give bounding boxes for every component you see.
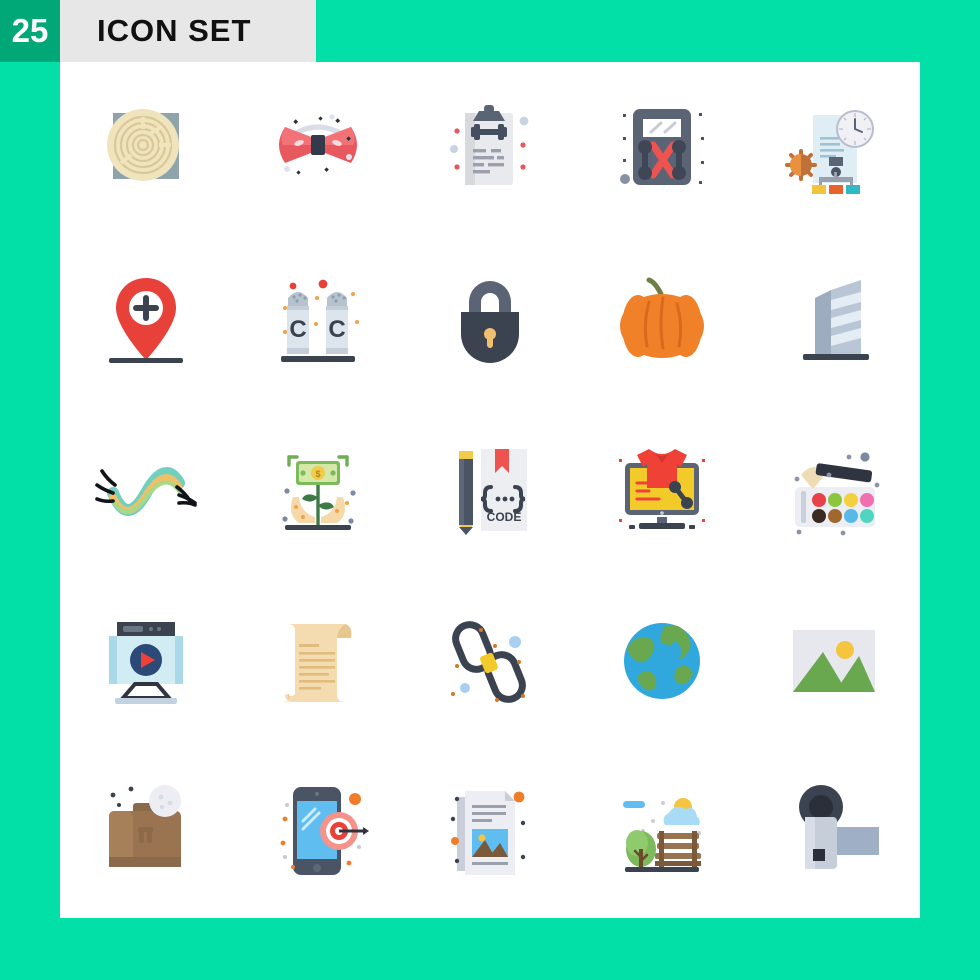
globe-icon	[624, 623, 700, 700]
eyelashes-wave-icon	[95, 467, 197, 516]
icon-cell-4[interactable]	[576, 62, 748, 233]
salt-pepper-icon: C C	[281, 279, 359, 362]
icon-cell-15[interactable]	[748, 404, 920, 575]
icon-cell-19[interactable]	[576, 576, 748, 747]
icon-cell-9[interactable]	[576, 233, 748, 404]
mobile-target-icon	[280, 787, 369, 876]
shaker-letter-right: C	[328, 316, 345, 343]
add-location-icon	[109, 277, 183, 363]
code-book-icon: CODE	[459, 448, 527, 535]
icon-cell-12[interactable]: $	[232, 404, 404, 575]
video-player-icon	[109, 622, 183, 705]
title-strip: ICON SET	[60, 0, 316, 62]
code-label: CODE	[487, 510, 522, 524]
icon-cell-11[interactable]	[60, 404, 232, 575]
maze-icon	[107, 108, 179, 181]
page-title: ICON SET	[97, 13, 252, 48]
icon-cell-20[interactable]	[748, 576, 920, 747]
icon-cell-14[interactable]	[576, 404, 748, 575]
image-placeholder-icon	[793, 630, 875, 693]
icon-cell-25[interactable]	[748, 747, 920, 918]
icon-grid: C C $ CODE	[60, 62, 920, 918]
chain-link-icon	[451, 621, 526, 704]
shaker-letter-left: C	[289, 316, 306, 343]
icon-cell-13[interactable]: CODE	[404, 404, 576, 575]
newspaper-icon	[450, 791, 526, 876]
icon-cell-17[interactable]	[232, 576, 404, 747]
building-icon	[803, 279, 869, 360]
icon-cell-8[interactable]	[404, 233, 576, 404]
icon-count-badge: 25	[0, 0, 60, 62]
icon-cell-10[interactable]	[748, 233, 920, 404]
money-plant-hands-icon: $	[282, 455, 356, 530]
icon-cell-22[interactable]	[232, 747, 404, 918]
header: 25 ICON SET	[0, 0, 316, 62]
workout-clipboard-icon	[450, 104, 529, 185]
icon-canvas: C C $ CODE	[60, 62, 920, 918]
briefcase-icon	[109, 785, 181, 868]
icon-cell-3[interactable]	[404, 62, 576, 233]
icon-cell-6[interactable]	[60, 233, 232, 404]
icon-cell-2[interactable]	[232, 62, 404, 233]
icon-cell-7[interactable]: C C	[232, 233, 404, 404]
svg-text:$: $	[315, 469, 320, 479]
multimeter-icon	[620, 108, 704, 185]
paint-palette-icon	[794, 452, 880, 536]
icon-cell-18[interactable]	[404, 576, 576, 747]
camcorder-icon	[799, 785, 879, 870]
icon-cell-24[interactable]	[576, 747, 748, 918]
scroll-icon	[283, 624, 352, 703]
online-shopping-icon	[619, 448, 705, 529]
icon-set-page: 25 ICON SET C C $ CODE	[0, 0, 980, 980]
icon-cell-5[interactable]	[748, 62, 920, 233]
icon-cell-16[interactable]	[60, 576, 232, 747]
icon-cell-1[interactable]	[60, 62, 232, 233]
project-plan-icon	[785, 109, 874, 194]
icon-cell-21[interactable]	[60, 747, 232, 918]
bow-tie-icon	[279, 113, 357, 175]
padlock-icon	[461, 280, 519, 363]
icon-cell-23[interactable]	[404, 747, 576, 918]
pumpkin-icon	[620, 277, 704, 358]
park-bench-icon	[623, 798, 701, 873]
